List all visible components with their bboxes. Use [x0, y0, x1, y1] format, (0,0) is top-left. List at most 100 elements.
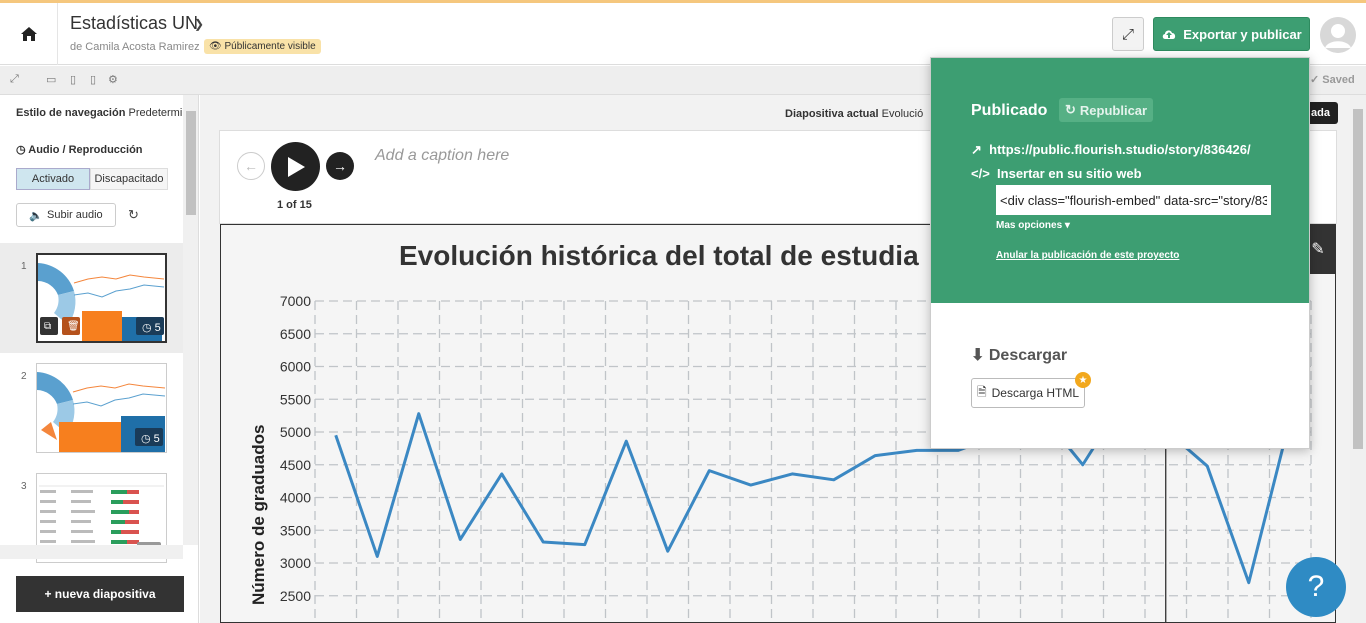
refresh-icon[interactable]: ↻ [128, 207, 139, 223]
slide-number: 2 [21, 371, 27, 382]
y-tick-label: 4500 [280, 457, 311, 473]
y-tick-label: 7000 [280, 293, 311, 309]
slide-number: 3 [21, 481, 27, 492]
visibility-badge: 👁 Públicamente visible [204, 39, 321, 54]
audio-activated-toggle[interactable]: Activado [16, 168, 90, 190]
download-title: ⬇ Descargar [971, 345, 1067, 365]
canvas-scrollbar[interactable] [1350, 95, 1366, 623]
slides-sidebar: Estilo de navegación Predetermi ◷ Audio … [0, 95, 199, 623]
file-code-icon: 🗎 [976, 384, 987, 399]
chevron-down-icon[interactable]: ❯ [194, 17, 204, 31]
pencil-icon: ✎ [1311, 241, 1325, 258]
slide-number: 1 [21, 261, 27, 272]
export-publish-button[interactable]: Exportar y publicar [1153, 17, 1310, 51]
star-icon: ★ [1075, 372, 1091, 388]
y-tick-label: 3500 [280, 522, 311, 538]
sidebar-scrollbar[interactable] [183, 95, 198, 545]
new-slide-button[interactable]: + nueva diapositiva [16, 576, 184, 612]
y-tick-label: 5000 [280, 424, 311, 440]
public-url-link[interactable]: ↗ https://public.flourish.studio/story/8… [971, 142, 1251, 158]
published-panel: Publicado ↻ Republicar ↗ https://public.f… [931, 58, 1309, 303]
visibility-label: Públicamente visible [224, 41, 316, 52]
upload-audio-label: Subir audio [47, 209, 103, 221]
home-icon [20, 27, 37, 41]
gear-icon[interactable]: ⚙ [108, 73, 118, 86]
download-icon: ⬇ [971, 347, 985, 364]
slide-counter: 1 of 15 [277, 199, 312, 211]
nav-style-label: Estilo de navegación [16, 107, 126, 119]
current-slide-label: Diapositiva actual [785, 108, 879, 120]
canvas-scroll-thumb[interactable] [1353, 109, 1363, 449]
arrow-right-icon: → [333, 158, 347, 174]
download-html-button[interactable]: 🗎 Descarga HTML [971, 378, 1085, 408]
saved-label: Saved [1322, 74, 1355, 86]
more-options-label: Mas opciones [996, 220, 1063, 231]
next-slide-button[interactable]: → [326, 152, 354, 180]
expand-icon: ⤢ [1121, 25, 1134, 43]
speaker-icon: 🔈 [29, 209, 44, 222]
embed-label-row: </> Insertar en su sitio web [971, 166, 1142, 181]
slide-duration-badge: ◷ 5 [141, 433, 160, 445]
caption-input[interactable]: Add a caption here [375, 147, 509, 165]
avatar[interactable] [1320, 17, 1356, 53]
audio-section-title: ◷ Audio / Reproducción [16, 144, 143, 156]
mobile-icon[interactable]: ▯ [90, 73, 96, 86]
user-icon [1320, 17, 1356, 53]
audio-title-label: Audio / Reproducción [28, 144, 143, 156]
y-tick-label: 2500 [280, 588, 311, 604]
author-byline: de Camila Acosta Ramirez [70, 41, 200, 53]
duplicate-icon[interactable]: ⧉ [44, 321, 51, 332]
saved-status: ✓ Saved [1310, 74, 1355, 86]
cloud-upload-icon [1163, 30, 1176, 39]
sidebar-scroll-thumb[interactable] [186, 111, 196, 215]
arrow-left-icon: ← [244, 158, 258, 174]
republish-button[interactable]: ↻ Republicar [1059, 98, 1154, 122]
caret-down-icon: ▾ [1064, 220, 1070, 231]
current-slide-value: Evolució [881, 108, 924, 120]
expand-button[interactable]: ⤢ [1112, 17, 1144, 51]
refresh-icon: ↻ [1065, 102, 1076, 117]
play-icon [287, 156, 305, 177]
tablet-icon[interactable]: ▯ [70, 73, 76, 86]
embed-label: Insertar en su sitio web [997, 166, 1142, 181]
header: Estadísticas UN ❯ de Camila Acosta Ramir… [0, 3, 1366, 65]
code-icon: </> [971, 166, 990, 181]
more-options-toggle[interactable]: Mas opciones ▾ [996, 220, 1070, 231]
publish-popover: Publicado ↻ Republicar ↗ https://public.f… [930, 57, 1310, 449]
desktop-icon[interactable]: ▭ [46, 73, 56, 86]
sidebar-h-scrollbar[interactable] [0, 545, 183, 559]
y-tick-label: 5500 [280, 391, 311, 407]
download-title-label: Descargar [988, 347, 1068, 364]
external-link-icon: ↗ [971, 142, 982, 157]
public-url: https://public.flourish.studio/story/836… [989, 142, 1251, 157]
slide-item[interactable]: 1 ⧉ 🗑 ◷ 5 [0, 243, 183, 353]
embed-code-field[interactable] [996, 185, 1271, 215]
unpublish-link[interactable]: Anular la publicación de este proyecto [996, 250, 1179, 261]
y-tick-label: 3000 [280, 555, 311, 571]
slide-thumbnail[interactable]: ⧉ 🗑 ◷ 5 [36, 253, 167, 343]
slide-duration-value: 5 [154, 322, 161, 334]
prev-slide-button[interactable]: ← [237, 152, 265, 180]
slide-duration-badge: ◷ 5 [142, 322, 161, 334]
slide-item[interactable]: 2 ◷ 5 [0, 353, 183, 463]
trash-icon[interactable]: 🗑 [67, 321, 80, 332]
play-button[interactable] [271, 142, 320, 191]
project-title[interactable]: Estadísticas UN [70, 13, 198, 34]
republish-label: Republicar [1079, 102, 1148, 118]
fullscreen-icon[interactable]: ⤢ [10, 73, 19, 86]
download-html-label: Descarga HTML [991, 386, 1079, 400]
nav-style-row[interactable]: Estilo de navegación Predetermi [16, 107, 182, 119]
slide-thumbnail[interactable]: ◷ 5 [36, 363, 167, 453]
published-title: Publicado [971, 102, 1048, 119]
y-tick-label: 4000 [280, 490, 311, 506]
slide-duration-value: 5 [153, 433, 160, 445]
upload-audio-button[interactable]: 🔈 Subir audio [16, 203, 116, 227]
y-tick-label: 6000 [280, 359, 311, 375]
home-button[interactable] [0, 3, 58, 65]
audio-disabled-toggle[interactable]: Discapacitado [90, 168, 168, 190]
current-slide-row[interactable]: Diapositiva actual Evolució [785, 108, 923, 120]
y-tick-label: 6500 [280, 326, 311, 342]
nav-style-value: Predetermi [128, 107, 183, 119]
export-publish-label: Exportar y publicar [1183, 26, 1302, 42]
help-button[interactable]: ? [1286, 557, 1346, 617]
